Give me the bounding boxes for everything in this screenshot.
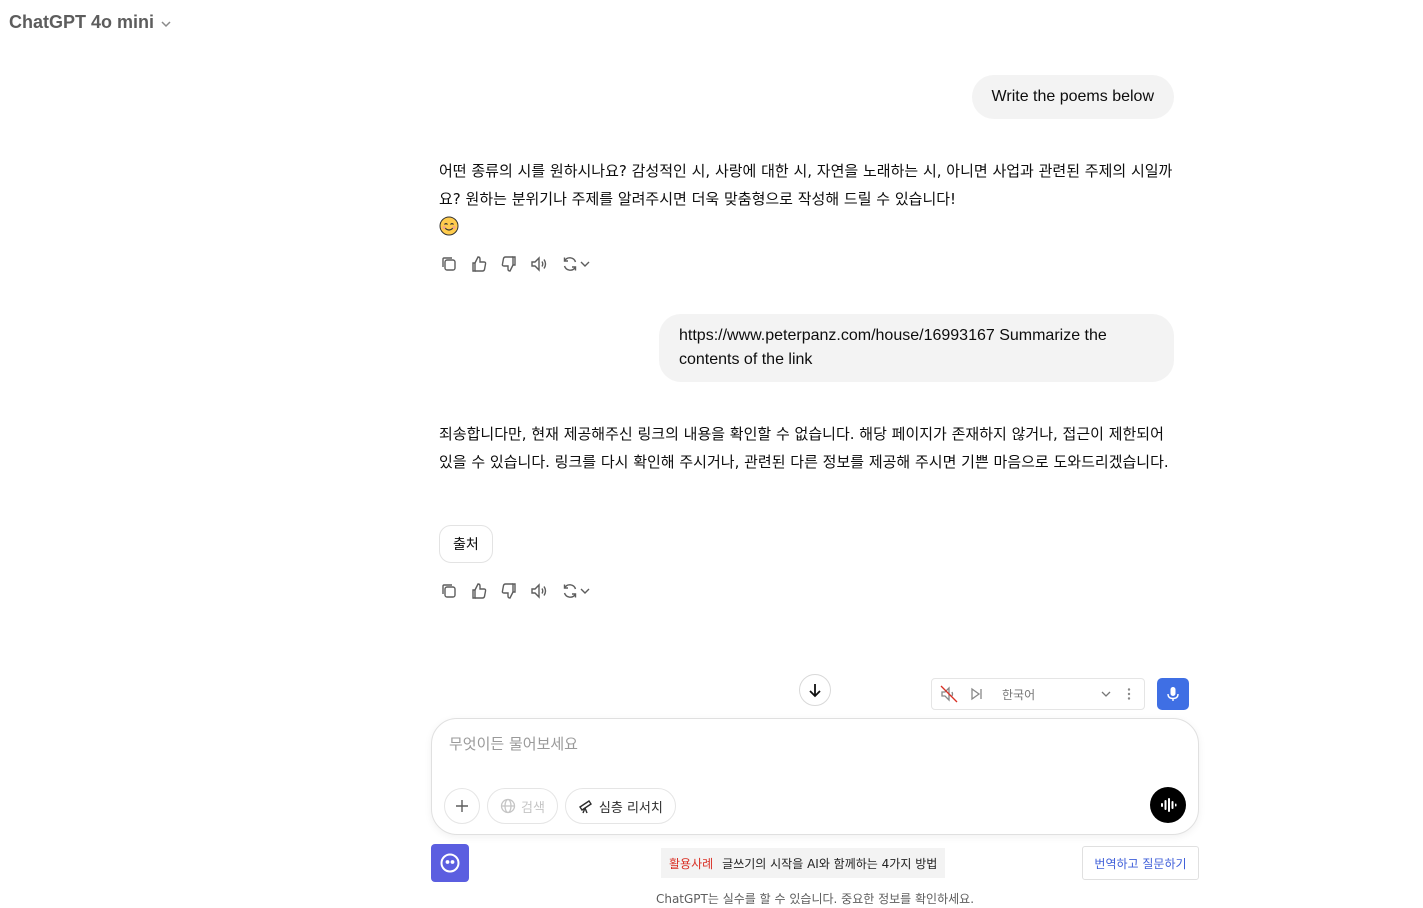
message-actions (439, 581, 593, 601)
chevron-down-icon (580, 261, 590, 267)
extension-assistant-button[interactable] (431, 844, 469, 882)
read-aloud-button[interactable] (529, 254, 549, 274)
language-select[interactable]: 한국어 (994, 686, 1090, 703)
composer-tools: 검색 심층 리서치 (444, 788, 676, 824)
voice-mode-button[interactable] (1150, 787, 1186, 823)
prompt-input[interactable]: 무엇이든 물어보세요 (449, 733, 578, 754)
microphone-button[interactable] (1157, 678, 1189, 710)
message-actions (439, 254, 593, 274)
chevron-down-icon[interactable] (1100, 688, 1112, 700)
smile-bot-icon (440, 853, 460, 873)
user-message-text: https://www.peterpanz.com/house/16993167… (679, 327, 1107, 368)
telescope-icon (578, 800, 592, 814)
scroll-to-bottom-button[interactable] (799, 674, 831, 706)
skip-icon[interactable] (968, 686, 984, 702)
voice-input-bar: 한국어 (931, 678, 1145, 710)
thumbs-up-button[interactable] (469, 581, 489, 601)
globe-icon (500, 798, 516, 814)
message-composer[interactable]: 무엇이든 물어보세요 검색 심층 리서치 (431, 718, 1199, 835)
speaker-icon (531, 583, 547, 599)
thumbs-down-icon (501, 583, 516, 599)
usecase-text: 글쓰기의 시작을 AI와 함께하는 4가지 방법 (722, 856, 938, 871)
copy-icon (442, 584, 456, 598)
user-message-text: Write the poems below (991, 88, 1154, 105)
user-message: Write the poems below (971, 75, 1174, 119)
chevron-down-icon (580, 588, 590, 594)
model-selector[interactable]: ChatGPT 4o mini (9, 12, 172, 33)
thumbs-up-button[interactable] (469, 254, 489, 274)
search-label: 검색 (521, 800, 545, 816)
thumbs-up-icon (472, 256, 487, 272)
refresh-icon (563, 257, 577, 271)
copy-button[interactable] (439, 254, 459, 274)
translate-and-ask-button[interactable]: 번역하고 질문하기 (1082, 846, 1199, 880)
usecase-tag: 활용사례 (669, 856, 714, 871)
attach-button[interactable] (444, 788, 480, 824)
thumbs-down-button[interactable] (499, 254, 519, 274)
thumbs-up-icon (472, 583, 487, 599)
search-button[interactable]: 검색 (487, 788, 558, 824)
model-name: ChatGPT 4o mini (9, 12, 155, 32)
sources-label: 출처 (453, 537, 479, 553)
translate-label: 번역하고 질문하기 (1094, 856, 1187, 871)
assistant-message: 죄송합니다만, 현재 제공해주신 링크의 내용을 확인할 수 없습니다. 해당 … (439, 420, 1179, 476)
sources-button[interactable]: 출처 (439, 525, 493, 563)
copy-icon (442, 257, 456, 271)
thumbs-down-button[interactable] (499, 581, 519, 601)
smiling-face-emoji-icon (439, 216, 459, 236)
regenerate-button[interactable] (559, 254, 593, 274)
refresh-icon (563, 584, 577, 598)
speaker-muted-icon[interactable] (940, 685, 958, 703)
assistant-message-text: 죄송합니다만, 현재 제공해주신 링크의 내용을 확인할 수 없습니다. 해당 … (439, 425, 1169, 471)
assistant-message-text: 어떤 종류의 시를 원하시나요? 감성적인 시, 사랑에 대한 시, 자연을 노… (439, 162, 1173, 208)
arrow-down-icon (809, 684, 821, 698)
read-aloud-button[interactable] (529, 581, 549, 601)
thumbs-down-icon (501, 256, 516, 272)
speaker-icon (531, 256, 547, 272)
plus-icon (456, 800, 468, 812)
regenerate-button[interactable] (559, 581, 593, 601)
copy-button[interactable] (439, 581, 459, 601)
user-message: https://www.peterpanz.com/house/16993167… (659, 314, 1174, 382)
chevron-down-icon (161, 20, 171, 27)
more-vertical-icon[interactable] (1122, 687, 1136, 701)
disclaimer: ChatGPT는 실수를 할 수 있습니다. 중요한 정보를 확인하세요. (655, 892, 975, 906)
deep-research-button[interactable]: 심층 리서치 (564, 788, 676, 824)
deep-research-label: 심층 리서치 (598, 800, 663, 816)
voice-waveform-icon (1161, 798, 1177, 812)
assistant-message: 어떤 종류의 시를 원하시나요? 감성적인 시, 사랑에 대한 시, 자연을 노… (439, 157, 1179, 241)
usecase-banner[interactable]: 활용사례 글쓰기의 시작을 AI와 함께하는 4가지 방법 (661, 848, 946, 878)
microphone-icon (1167, 687, 1179, 701)
